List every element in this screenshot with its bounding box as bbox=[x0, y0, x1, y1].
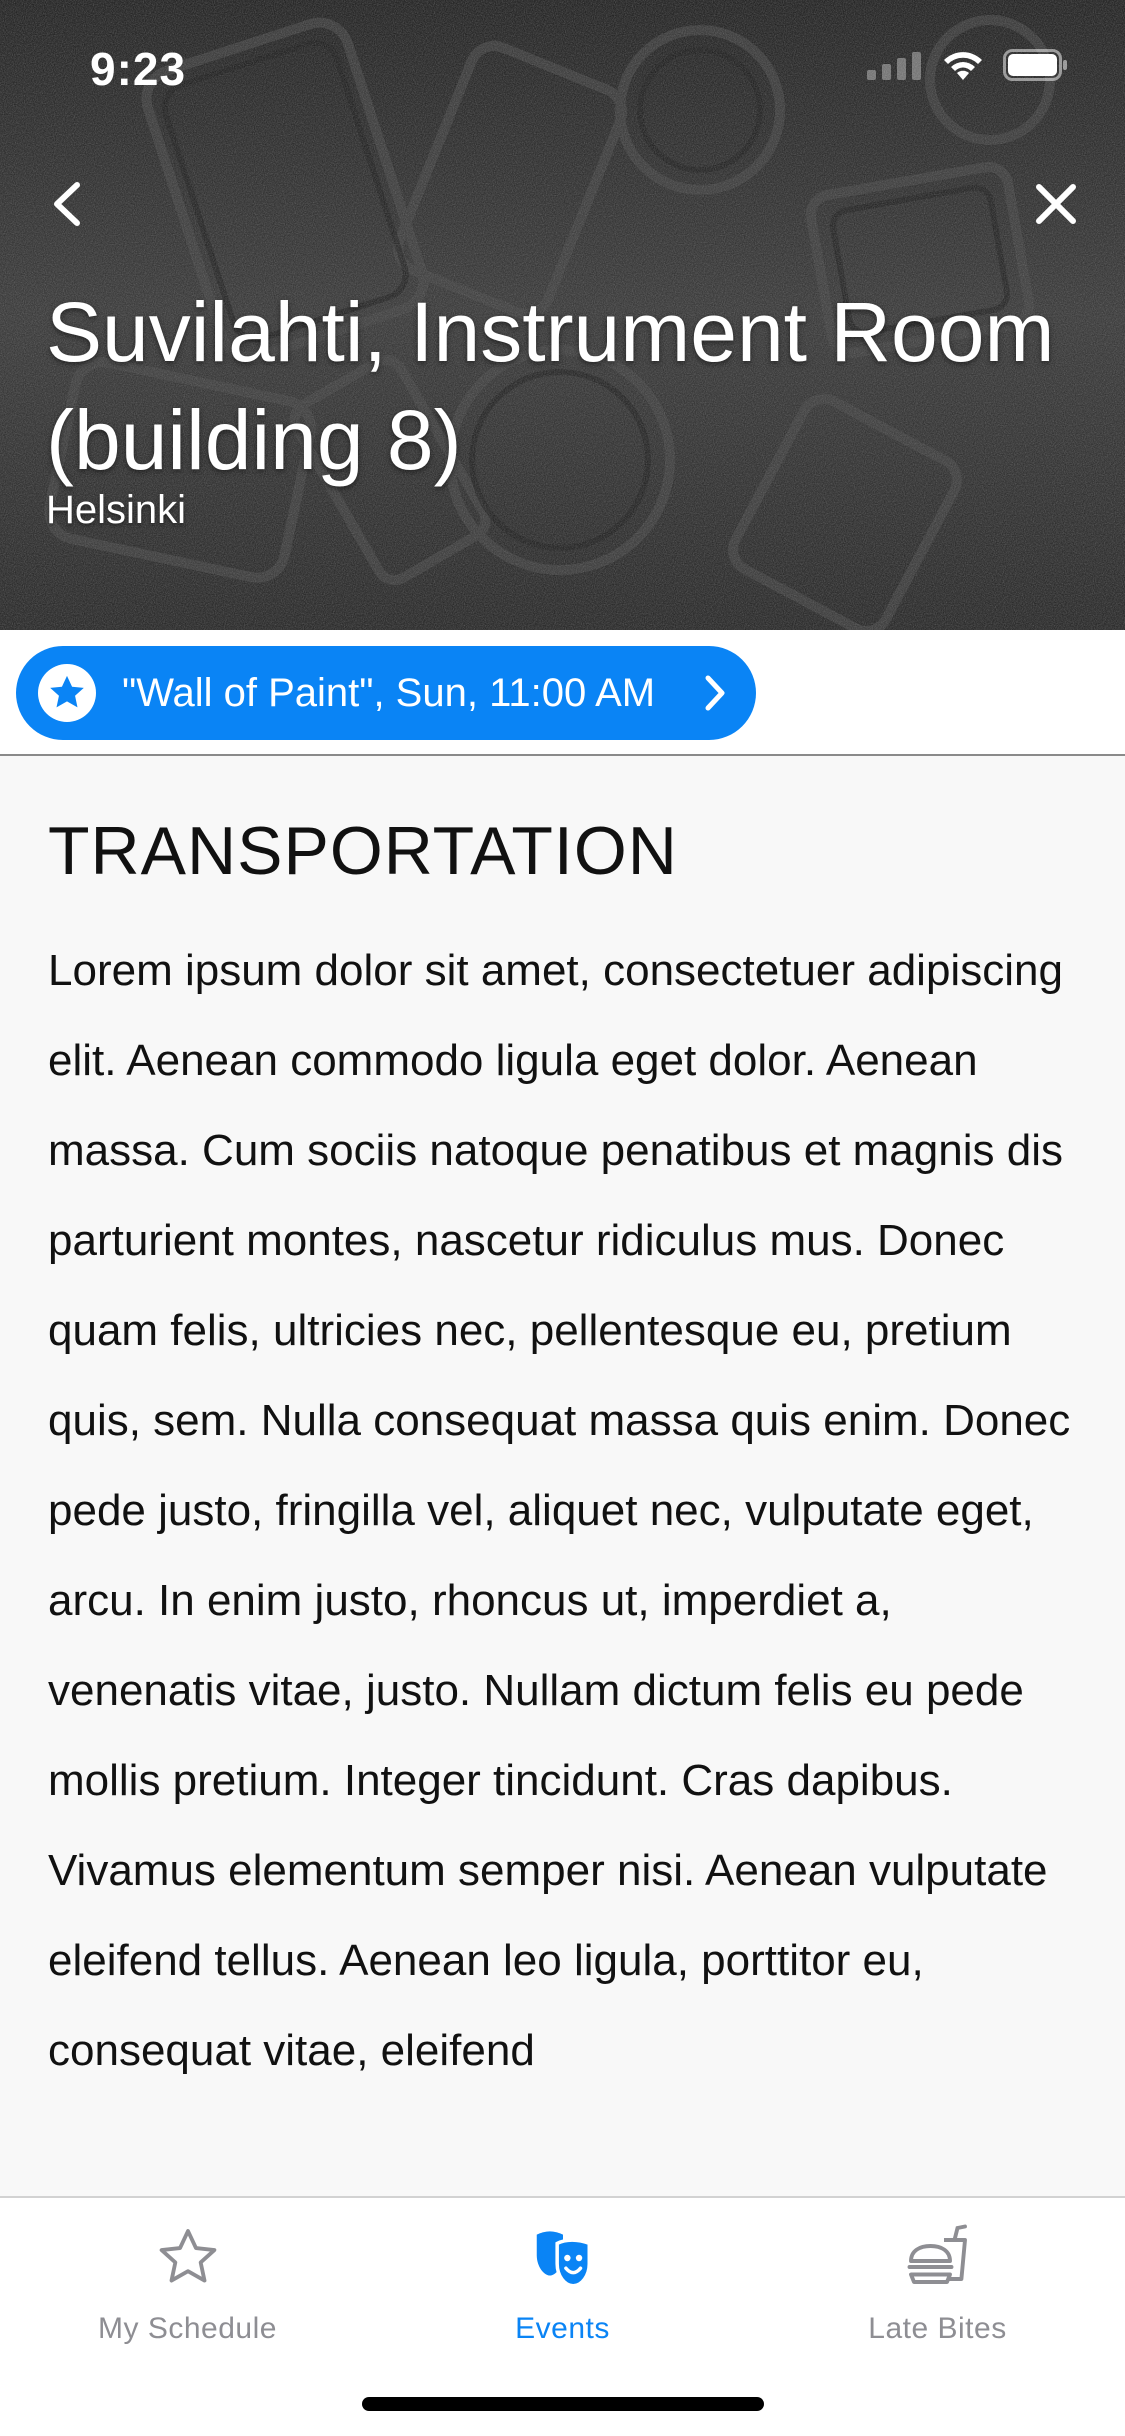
venue-header: 9:23 Suvilahti, Instrument Room (buildin… bbox=[0, 0, 1125, 630]
signal-icon bbox=[867, 52, 921, 80]
venue-city: Helsinki bbox=[46, 488, 187, 532]
venue-title: Suvilahti, Instrument Room (building 8) bbox=[46, 285, 1055, 487]
close-button[interactable] bbox=[1021, 168, 1091, 240]
chevron-right-icon bbox=[700, 673, 730, 713]
event-link-label: "Wall of Paint", Sun, 11:00 AM bbox=[122, 670, 656, 715]
close-icon bbox=[1036, 184, 1076, 224]
tab-label: Events bbox=[515, 2312, 610, 2345]
home-indicator bbox=[362, 2397, 764, 2411]
event-link-button[interactable]: "Wall of Paint", Sun, 11:00 AM bbox=[16, 646, 756, 740]
section-heading: TRANSPORTATION bbox=[48, 813, 678, 889]
venue-info-section[interactable]: TRANSPORTATION Lorem ipsum dolor sit ame… bbox=[0, 756, 1125, 2196]
tab-label: My Schedule bbox=[98, 2312, 277, 2345]
event-star-badge bbox=[38, 664, 96, 722]
wifi-icon bbox=[944, 52, 982, 80]
tab-my-schedule[interactable]: My Schedule bbox=[0, 2218, 375, 2368]
event-strip: "Wall of Paint", Sun, 11:00 AM bbox=[0, 630, 1125, 756]
burger-drink-icon bbox=[898, 2218, 978, 2298]
tab-late-bites[interactable]: Late Bites bbox=[750, 2218, 1125, 2368]
battery-icon bbox=[1003, 49, 1067, 81]
star-icon bbox=[50, 675, 84, 708]
theater-masks-icon bbox=[523, 2218, 603, 2298]
status-bar: 9:23 bbox=[0, 0, 1125, 132]
chevron-left-icon bbox=[54, 182, 80, 226]
star-icon bbox=[148, 2218, 228, 2298]
section-body-text: Lorem ipsum dolor sit amet, consectetuer… bbox=[48, 946, 1071, 2075]
tab-events[interactable]: Events bbox=[375, 2218, 750, 2368]
tab-label: Late Bites bbox=[868, 2312, 1007, 2345]
status-time: 9:23 bbox=[90, 43, 187, 95]
back-button[interactable] bbox=[36, 168, 96, 240]
venue-detail-screen: 9:23 Suvilahti, Instrument Room (buildin… bbox=[0, 0, 1125, 2436]
status-indicators bbox=[867, 48, 1069, 82]
